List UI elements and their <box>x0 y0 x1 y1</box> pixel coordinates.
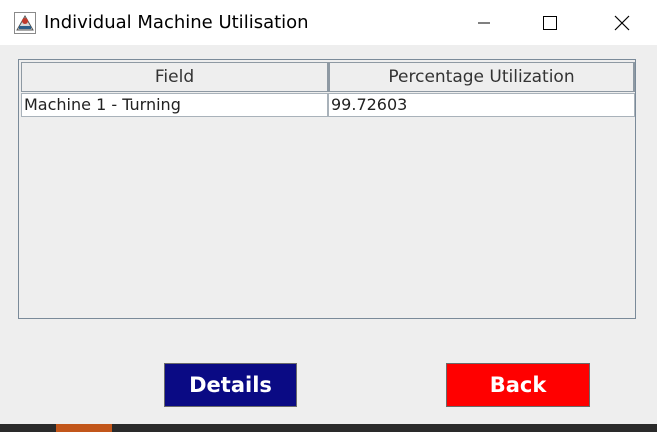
maximize-button[interactable] <box>527 0 573 45</box>
title-bar[interactable]: Individual Machine Utilisation <box>0 0 657 45</box>
dialog-window: Individual Machine Utilisation Field Per… <box>0 0 657 424</box>
utilisation-table[interactable]: Field Percentage Utilization Machine 1 -… <box>18 59 636 319</box>
table-cell-percentage[interactable]: 99.72603 <box>328 93 635 117</box>
minimize-icon <box>478 22 490 23</box>
details-button[interactable]: Details <box>164 363 297 407</box>
background-taskbar-item <box>56 424 112 432</box>
window-title: Individual Machine Utilisation <box>44 12 309 33</box>
table-header: Field Percentage Utilization <box>21 62 635 92</box>
column-header-percentage[interactable]: Percentage Utilization <box>329 62 635 92</box>
java-app-icon <box>14 12 36 34</box>
close-button[interactable] <box>599 0 645 45</box>
close-icon <box>614 15 630 30</box>
maximize-icon <box>543 15 557 30</box>
table-cell-field[interactable]: Machine 1 - Turning <box>21 93 328 117</box>
minimize-button[interactable] <box>461 0 507 45</box>
back-button[interactable]: Back <box>446 363 590 407</box>
table-row[interactable]: Machine 1 - Turning 99.72603 <box>21 93 635 117</box>
column-header-field[interactable]: Field <box>21 62 329 92</box>
